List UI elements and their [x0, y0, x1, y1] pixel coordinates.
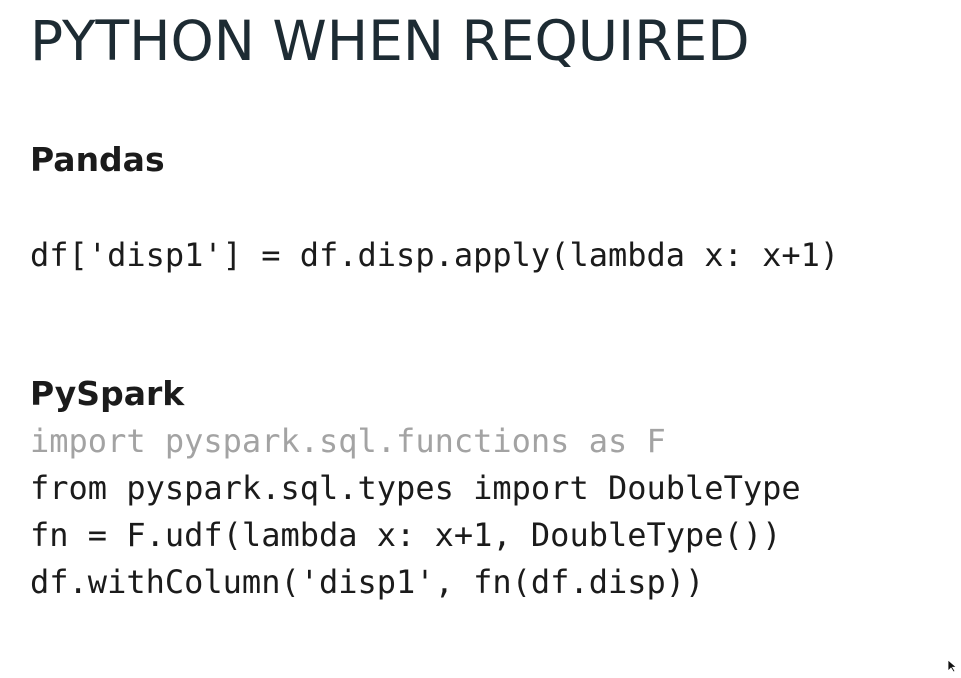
pyspark-heading: PySpark: [30, 374, 185, 413]
pyspark-code-line-import-doubletype: from pyspark.sql.types import DoubleType: [30, 469, 801, 507]
pandas-heading: Pandas: [30, 140, 165, 179]
pyspark-code-line-withcolumn: df.withColumn('disp1', fn(df.disp)): [30, 563, 705, 601]
pandas-code-line: df['disp1'] = df.disp.apply(lambda x: x+…: [30, 236, 840, 274]
mouse-pointer-icon: [947, 659, 959, 673]
pyspark-code-line-udf: fn = F.udf(lambda x: x+1, DoubleType()): [30, 516, 782, 554]
slide-title: PYTHON WHEN REQUIRED: [30, 9, 750, 73]
pyspark-code-line-import-functions: import pyspark.sql.functions as F: [30, 422, 666, 460]
